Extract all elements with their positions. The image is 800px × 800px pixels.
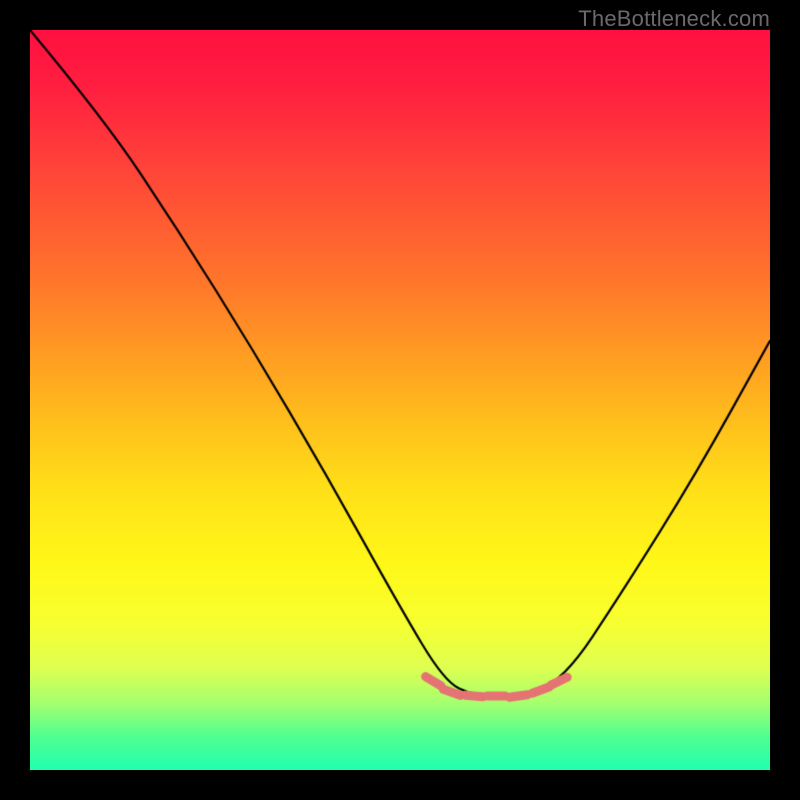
watermark-text: TheBottleneck.com (578, 6, 770, 32)
chart-frame: TheBottleneck.com (0, 0, 800, 800)
bottleneck-curve (30, 30, 770, 770)
plot-area (30, 30, 770, 770)
